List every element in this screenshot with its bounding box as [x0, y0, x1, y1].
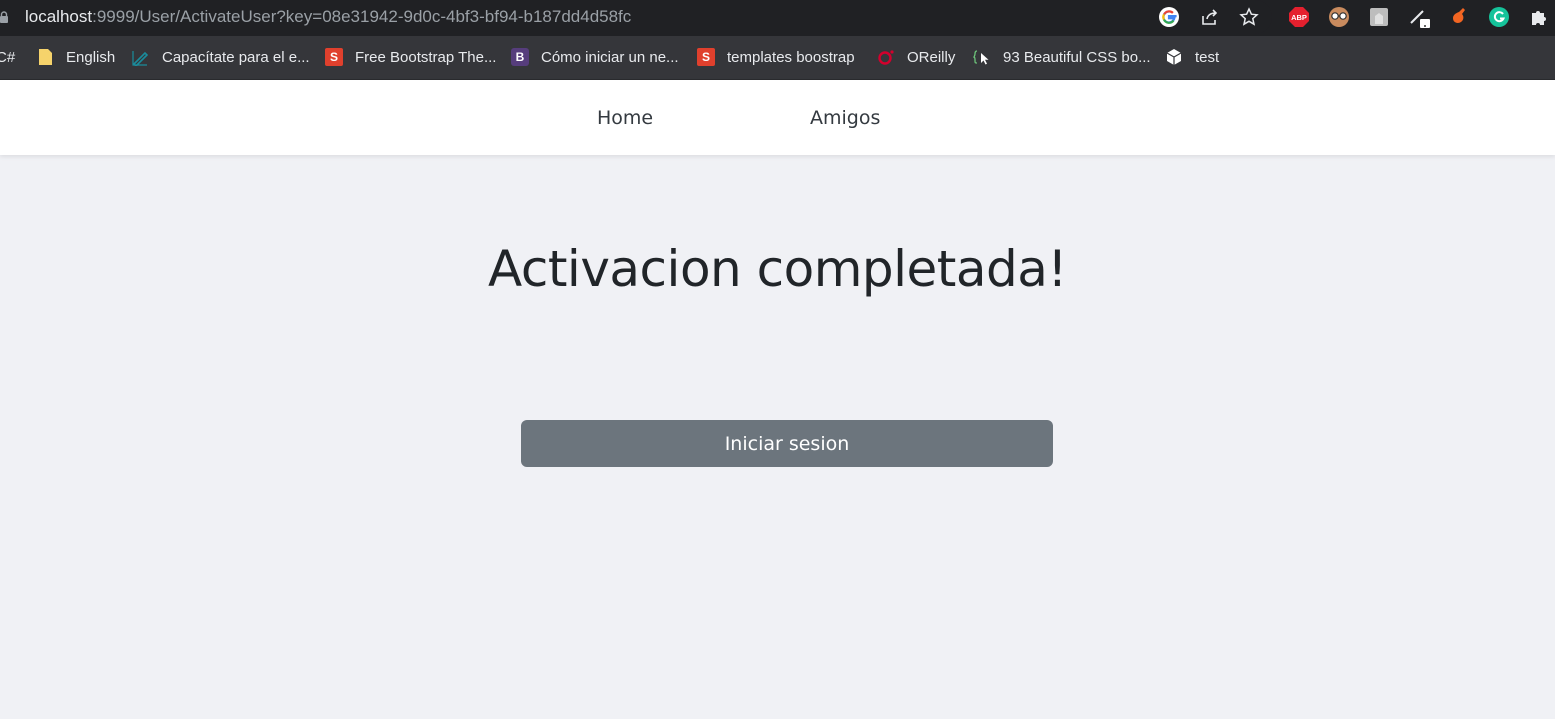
- login-button[interactable]: Iniciar sesion: [521, 420, 1053, 467]
- star-bookmark-icon[interactable]: [1238, 6, 1260, 28]
- edit-pen-icon: [132, 48, 150, 66]
- bookmark-english[interactable]: English: [36, 46, 115, 68]
- browser-toolbar: localhost:9999/User/ActivateUser?key=08e…: [0, 0, 1555, 36]
- bookmark-label: English: [66, 48, 116, 66]
- bookmark-label: Capacítate para el e...: [162, 48, 310, 66]
- s-logo-icon: S: [325, 48, 343, 66]
- google-icon[interactable]: [1158, 6, 1180, 28]
- hand-extension-icon[interactable]: [1448, 6, 1470, 28]
- page-title: Activacion completada!: [488, 240, 1067, 298]
- bootstrap-logo-icon: B: [511, 48, 529, 66]
- bookmark-free-bootstrap[interactable]: S Free Bootstrap The...: [325, 46, 496, 68]
- bookmark-label: Free Bootstrap The...: [355, 48, 497, 66]
- bookmark-oreilly[interactable]: OReilly: [877, 46, 955, 68]
- glasses-extension-icon[interactable]: [1328, 6, 1350, 28]
- bookmark-label: 93 Beautiful CSS bo...: [1003, 48, 1151, 66]
- bookmarks-bar: C# English Capacítate para el e... S Fre…: [0, 36, 1555, 80]
- bookmark-test[interactable]: test: [1165, 46, 1219, 68]
- site-navbar: Home Amigos: [0, 80, 1555, 155]
- nav-amigos-link[interactable]: Amigos: [810, 107, 880, 129]
- bookmark-csharp[interactable]: C#: [0, 46, 15, 68]
- bookmark-label: C#: [0, 48, 16, 66]
- s-logo-icon: S: [697, 48, 715, 66]
- bookmark-capacitate[interactable]: Capacítate para el e...: [132, 46, 310, 68]
- grammarly-icon[interactable]: [1488, 6, 1510, 28]
- bookmark-label: templates boostrap: [727, 48, 855, 66]
- share-icon[interactable]: [1198, 6, 1220, 28]
- pen-extension-icon[interactable]: [1408, 6, 1430, 28]
- code-cursor-icon: [973, 48, 991, 66]
- url-path: :9999/User/ActivateUser?key=08e31942-9d0…: [92, 7, 632, 26]
- bookmark-css-buttons[interactable]: 93 Beautiful CSS bo...: [973, 46, 1151, 68]
- bookmark-templates[interactable]: S templates boostrap: [697, 46, 855, 68]
- cube-icon: [1165, 48, 1183, 66]
- photo-extension-icon[interactable]: [1368, 6, 1390, 28]
- nav-home-link[interactable]: Home: [597, 107, 653, 129]
- abp-label: ABP: [1291, 13, 1307, 22]
- adblock-plus-icon[interactable]: ABP: [1288, 6, 1310, 28]
- bookmark-label: OReilly: [907, 48, 956, 66]
- bookmark-como-iniciar[interactable]: B Cómo iniciar un ne...: [511, 46, 679, 68]
- bookmark-label: Cómo iniciar un ne...: [541, 48, 679, 66]
- puzzle-extensions-icon[interactable]: [1528, 6, 1550, 28]
- lock-icon: [0, 11, 8, 23]
- folder-icon: [36, 48, 54, 66]
- oreilly-icon: [877, 48, 895, 66]
- url-text[interactable]: localhost:9999/User/ActivateUser?key=08e…: [25, 7, 631, 27]
- url-host: localhost: [25, 7, 93, 26]
- bookmark-label: test: [1195, 48, 1220, 66]
